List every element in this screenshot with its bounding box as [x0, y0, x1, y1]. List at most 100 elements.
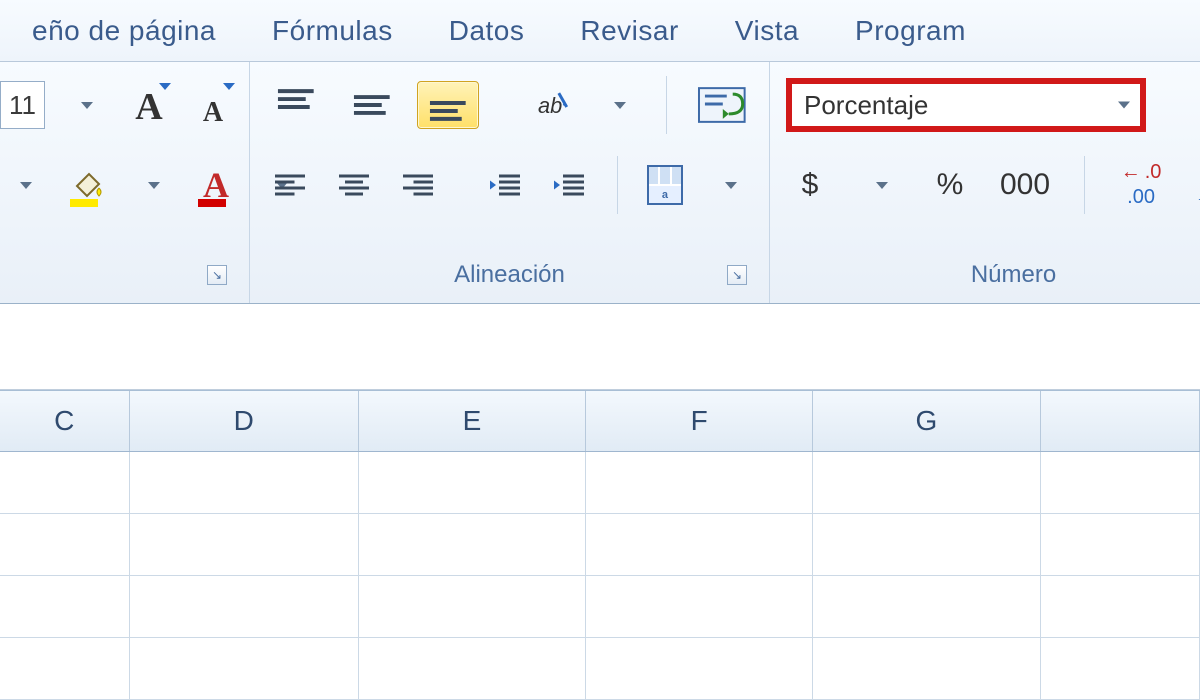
- formula-bar[interactable]: [0, 304, 1200, 390]
- merge-center-dropdown[interactable]: [705, 161, 753, 209]
- decrease-indent-icon: [487, 165, 523, 205]
- column-header-h[interactable]: [1041, 391, 1200, 451]
- ribbon-group-font: 11 A A: [0, 62, 250, 303]
- currency-symbol-icon: $: [802, 168, 819, 202]
- font-size-value: 11: [9, 90, 36, 121]
- orientation-button[interactable]: ab: [527, 81, 579, 129]
- increase-font-size-button[interactable]: A: [125, 81, 173, 129]
- cell[interactable]: [130, 576, 359, 637]
- grid-row: [0, 638, 1200, 700]
- comma-style-button[interactable]: 000: [996, 161, 1054, 209]
- increase-decimal-button[interactable]: ←.0 .00: [1115, 161, 1167, 209]
- align-bottom-icon: [424, 85, 472, 125]
- column-header-d[interactable]: D: [130, 391, 359, 451]
- tab-formulas[interactable]: Fórmulas: [244, 15, 421, 47]
- number-group-label: Número: [971, 261, 1056, 288]
- number-format-selected: Porcentaje: [804, 90, 928, 121]
- increase-indent-button[interactable]: [545, 161, 593, 209]
- decrease-indent-button[interactable]: [481, 161, 529, 209]
- worksheet-grid: C D E F G: [0, 390, 1200, 700]
- merge-center-icon: a: [647, 165, 683, 205]
- cell[interactable]: [813, 452, 1040, 513]
- tab-page-layout[interactable]: eño de página: [4, 15, 244, 47]
- cell[interactable]: [1041, 638, 1200, 699]
- align-middle-icon: [348, 85, 396, 125]
- cell[interactable]: [130, 514, 359, 575]
- cell[interactable]: [0, 576, 130, 637]
- alignment-group-label: Alineación: [454, 261, 565, 288]
- font-dialog-launcher[interactable]: ↘: [207, 265, 227, 285]
- grid-row: [0, 514, 1200, 576]
- cell[interactable]: [586, 576, 813, 637]
- increase-decimal-icon: ←.0: [1121, 161, 1162, 184]
- fill-color-dropdown[interactable]: [128, 161, 176, 209]
- column-header-g[interactable]: G: [813, 391, 1040, 451]
- orientation-dropdown[interactable]: [594, 81, 642, 129]
- letter-a-small-icon: A: [203, 97, 223, 129]
- column-header-e[interactable]: E: [359, 391, 586, 451]
- grid-row: [0, 576, 1200, 638]
- align-top-icon: [272, 85, 320, 125]
- tab-data[interactable]: Datos: [421, 15, 553, 47]
- ribbon-group-alignment: ab: [250, 62, 770, 303]
- tab-developer[interactable]: Program: [827, 15, 994, 47]
- cell[interactable]: [359, 576, 586, 637]
- align-top-button[interactable]: [266, 81, 326, 129]
- cell[interactable]: [0, 452, 130, 513]
- tab-review[interactable]: Revisar: [552, 15, 706, 47]
- percent-style-button[interactable]: %: [926, 161, 974, 209]
- accounting-format-dropdown[interactable]: [856, 165, 904, 205]
- cell[interactable]: [1041, 576, 1200, 637]
- column-header-c[interactable]: C: [0, 391, 130, 451]
- cell[interactable]: [1041, 452, 1200, 513]
- cell[interactable]: [359, 638, 586, 699]
- cell[interactable]: [359, 514, 586, 575]
- align-center-icon: [336, 165, 372, 205]
- cell[interactable]: [0, 638, 130, 699]
- cell[interactable]: [586, 638, 813, 699]
- cell[interactable]: [1041, 514, 1200, 575]
- cell[interactable]: [586, 452, 813, 513]
- percent-symbol-icon: %: [937, 168, 964, 202]
- cell[interactable]: [130, 638, 359, 699]
- font-size-dropdown[interactable]: [61, 81, 109, 129]
- font-size-input[interactable]: 11: [0, 81, 45, 129]
- column-headers: C D E F G: [0, 390, 1200, 452]
- align-center-button[interactable]: [330, 161, 378, 209]
- cell[interactable]: [813, 576, 1040, 637]
- wrap-text-button[interactable]: [691, 81, 753, 129]
- orientation-icon: ab: [533, 85, 573, 125]
- number-format-dropdown[interactable]: Porcentaje: [786, 78, 1146, 132]
- align-right-button[interactable]: [394, 161, 442, 209]
- merge-center-button[interactable]: a: [641, 161, 689, 209]
- accounting-format-button[interactable]: $: [786, 161, 834, 209]
- align-right-icon: [400, 165, 436, 205]
- ribbon-group-number: Porcentaje $ % 000 ←.0 .00: [770, 62, 1200, 303]
- cell[interactable]: [359, 452, 586, 513]
- cell[interactable]: [586, 514, 813, 575]
- letter-a-large-icon: A: [135, 85, 162, 129]
- cell[interactable]: [813, 514, 1040, 575]
- decrease-decimal-button[interactable]: .00 →.0: [1189, 161, 1200, 209]
- cell[interactable]: [813, 638, 1040, 699]
- align-left-button[interactable]: [266, 161, 314, 209]
- cell[interactable]: [130, 452, 359, 513]
- tab-view[interactable]: Vista: [707, 15, 827, 47]
- align-bottom-button[interactable]: [417, 81, 479, 129]
- align-left-icon: [272, 165, 308, 205]
- paint-bucket-icon: [71, 168, 105, 202]
- decrease-font-size-button[interactable]: A: [189, 81, 237, 129]
- align-middle-button[interactable]: [342, 81, 402, 129]
- thousands-symbol-icon: 000: [1000, 168, 1050, 202]
- font-color-button[interactable]: A: [192, 161, 240, 209]
- border-dropdown[interactable]: [0, 161, 48, 209]
- fill-color-button[interactable]: [64, 161, 112, 209]
- cell[interactable]: [0, 514, 130, 575]
- column-header-f[interactable]: F: [586, 391, 813, 451]
- alignment-dialog-launcher[interactable]: ↘: [727, 265, 747, 285]
- wrap-text-icon: [697, 84, 747, 126]
- ribbon: 11 A A: [0, 62, 1200, 304]
- ribbon-tabstrip: eño de página Fórmulas Datos Revisar Vis…: [0, 0, 1200, 62]
- grid-row: [0, 452, 1200, 514]
- increase-indent-icon: [551, 165, 587, 205]
